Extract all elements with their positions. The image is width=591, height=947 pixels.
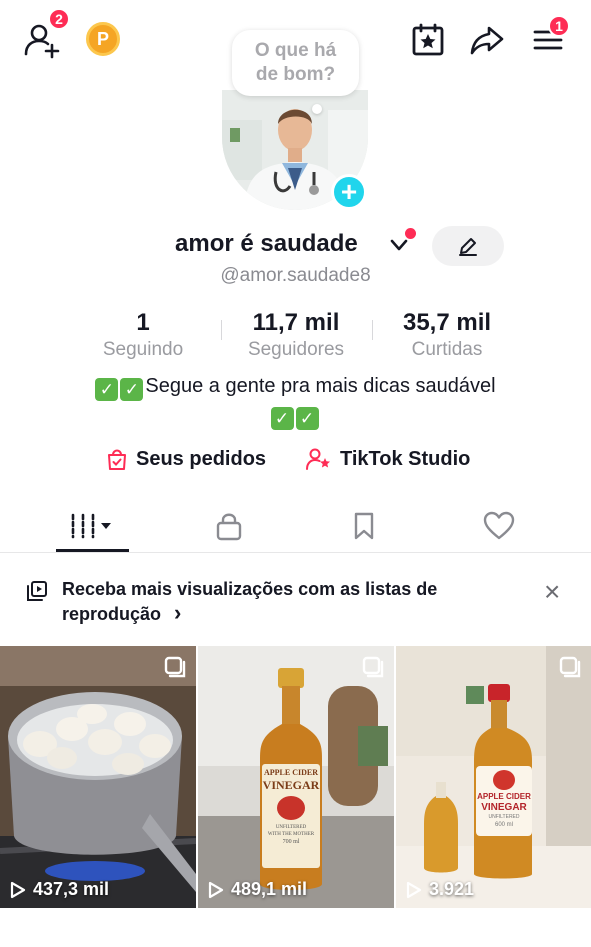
heart-icon (483, 511, 514, 540)
menu-badge: 1 (548, 15, 570, 37)
view-count: 489,1 mil (208, 879, 307, 900)
pencil-icon (459, 238, 477, 256)
profile-handle: @amor.saudade8 (220, 265, 371, 286)
stat-followers-value: 11,7 mil (252, 309, 340, 336)
check-emoji: ✓ (120, 378, 144, 401)
calendar-star-icon (412, 23, 444, 56)
person-star-icon (306, 448, 330, 470)
grid-bars-icon (71, 513, 111, 539)
coin-icon[interactable]: P (86, 22, 120, 56)
stat-followers-label: Seguidores (247, 339, 345, 360)
bookmark-icon (354, 512, 373, 540)
bottle-label-line-1: APPLE CIDER (477, 792, 531, 801)
studio-link[interactable]: TikTok Studio (306, 447, 470, 471)
profile-bio: ✓ ✓ Segue a gente pra mais dicas saudável … (40, 372, 551, 430)
play-icon (406, 881, 422, 898)
view-count: 437,3 mil (10, 879, 109, 900)
lock-icon (216, 513, 241, 541)
bottle-label-line-2: VINEGAR (481, 802, 527, 813)
add-story-button[interactable]: + (331, 174, 367, 210)
video-grid: 437,3 mil APPLE CIDER VINEGAR UNFILTERED… (0, 646, 591, 908)
bio-text: Segue a gente pra mais dicas saudável (145, 375, 496, 397)
view-count-value: 3.921 (429, 879, 475, 899)
play-icon (10, 881, 26, 898)
active-tab-indicator (56, 549, 129, 552)
tab-liked[interactable] (462, 500, 535, 552)
video-thumbnail[interactable]: 437,3 mil (0, 646, 196, 908)
playlist-banner: Receba mais visualizações com as listas … (0, 554, 591, 646)
close-icon[interactable]: × (544, 578, 560, 606)
stats-row: 1 Seguindo 11,7 mil Seguidores 35,7 mil … (0, 308, 591, 364)
stat-divider (221, 320, 222, 340)
apple-illustration (493, 770, 515, 790)
bottle-label-line-2: VINEGAR (262, 778, 320, 792)
tab-private[interactable] (192, 500, 265, 552)
playlist-banner-label: Receba mais visualizações com as listas … (62, 579, 438, 624)
stat-followers[interactable]: 11,7 mil Seguidores (232, 308, 360, 362)
bottle-label: APPLE CIDER VINEGAR UNFILTERED WITH THE … (262, 768, 320, 846)
stat-following-label: Seguindo (102, 339, 184, 360)
playlist-banner-text[interactable]: Receba mais visualizações com as listas … (62, 578, 482, 626)
bottle-label-line-4: 600 ml (494, 822, 513, 828)
edit-profile-button[interactable] (432, 226, 504, 266)
video-thumbnail[interactable]: APPLE CIDER VINEGAR UNFILTERED WITH THE … (198, 646, 394, 908)
check-emoji: ✓ (270, 407, 294, 430)
bottle-label-line-3: UNFILTERED (488, 814, 520, 820)
bottle-label-line-5: 700 ml (282, 839, 300, 845)
orders-label: Seus pedidos (136, 447, 267, 470)
view-count-value: 489,1 mil (231, 879, 308, 899)
bottle-label-line-1: APPLE CIDER (263, 768, 318, 777)
bottle-label: APPLE CIDER VINEGAR UNFILTERED 600 ml (476, 770, 532, 829)
stat-following-value: 1 (136, 309, 150, 336)
multi-clip-icon (559, 656, 581, 678)
multi-clip-icon (362, 656, 384, 678)
view-count-value: 437,3 mil (33, 879, 110, 899)
check-emoji: ✓ (295, 407, 319, 430)
profile-name[interactable]: amor é saudade (175, 230, 358, 258)
tab-videos[interactable] (56, 500, 129, 552)
bubble-tail (312, 104, 322, 114)
bottle-label-line-3: UNFILTERED (275, 825, 307, 830)
apple-illustration (277, 796, 305, 820)
friends-badge: 2 (48, 8, 70, 30)
orders-link[interactable]: Seus pedidos (106, 447, 266, 471)
video-thumbnail[interactable]: APPLE CIDER VINEGAR UNFILTERED 600 ml 3.… (396, 646, 591, 908)
bubble-line-1: O que há (254, 40, 337, 61)
profile-tabs (0, 500, 591, 553)
chevron-right-icon: › (174, 600, 182, 625)
shopping-bag-icon (108, 449, 126, 470)
bottle-label-line-4: WITH THE MOTHER (267, 832, 315, 837)
stat-likes-label: Curtidas (411, 339, 483, 360)
stat-following[interactable]: 1 Seguindo (84, 308, 202, 362)
share-button[interactable] (467, 20, 507, 60)
bubble-line-2: de bom? (255, 64, 336, 85)
play-icon (208, 881, 224, 898)
profile-links: Seus pedidos TikTok Studio (0, 447, 591, 477)
check-emoji: ✓ (95, 378, 119, 401)
stat-divider (372, 320, 373, 340)
stat-likes-value: 35,7 mil (402, 309, 492, 336)
view-count: 3.921 (406, 879, 474, 900)
stat-likes[interactable]: 35,7 mil Curtidas (386, 308, 508, 362)
studio-label: TikTok Studio (340, 447, 471, 470)
multi-clip-icon (164, 656, 186, 678)
name-row: amor é saudade (0, 226, 591, 266)
calendar-button[interactable] (408, 20, 448, 60)
tab-saved[interactable] (327, 500, 400, 552)
playlist-icon (27, 581, 47, 601)
notification-dot (405, 228, 416, 239)
status-bubble[interactable]: O que há de bom? (232, 30, 359, 96)
share-arrow-icon (470, 26, 504, 55)
